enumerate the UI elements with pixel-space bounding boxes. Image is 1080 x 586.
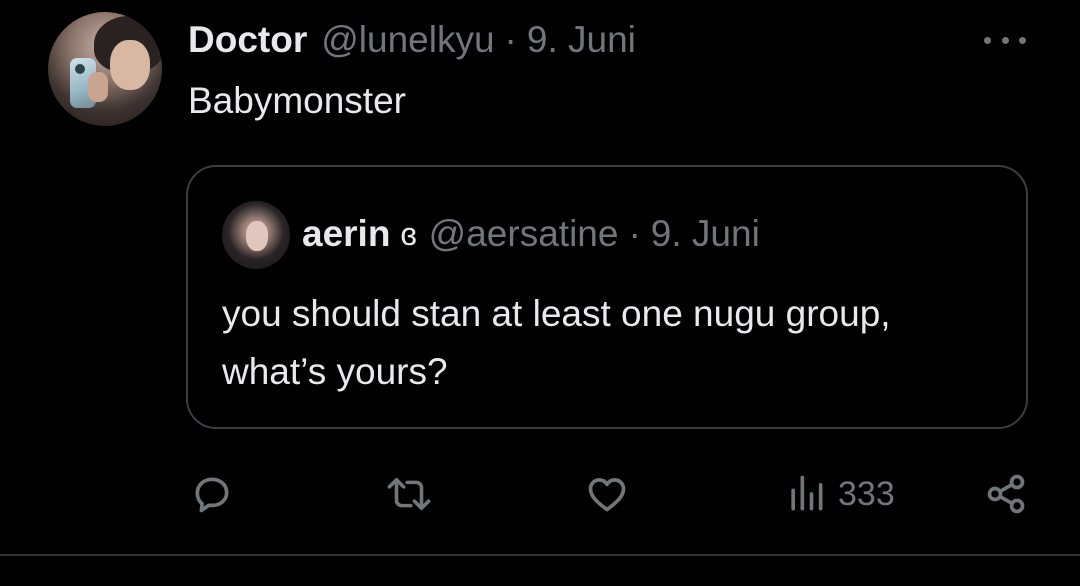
tweet: Doctor @lunelkyu · 9. Juni Babymonster a…: [0, 0, 1080, 586]
avatar-hand: [88, 72, 108, 102]
views-icon: [791, 475, 823, 511]
views-count: 333: [838, 474, 895, 513]
tweet-date[interactable]: 9. Juni: [527, 19, 636, 61]
quote-text: you should stan at least one nugu group,…: [222, 293, 891, 392]
quote-date[interactable]: 9. Juni: [651, 213, 760, 255]
reply-button[interactable]: [190, 472, 234, 516]
tweet-text: Babymonster: [188, 80, 406, 121]
author-avatar[interactable]: [48, 12, 162, 126]
quote-author-handle[interactable]: @aersatine: [429, 213, 619, 255]
views-button[interactable]: 333: [786, 472, 895, 516]
quote-author-avatar[interactable]: [222, 201, 290, 269]
quote-separator: ·: [628, 213, 641, 254]
author-handle[interactable]: @lunelkyu: [321, 19, 494, 61]
quoted-tweet[interactable]: aerin ɞ @aersatine · 9. Juni you should …: [186, 165, 1028, 429]
more-icon[interactable]: [984, 22, 1026, 58]
quote-author-name[interactable]: aerin: [302, 213, 390, 255]
author-name[interactable]: Doctor: [188, 19, 307, 61]
share-button[interactable]: [984, 472, 1028, 516]
retweet-icon: [387, 477, 431, 511]
reply-icon: [195, 477, 229, 513]
share-icon: [987, 474, 1025, 514]
quote-author-emoji: ɞ: [400, 215, 417, 252]
divider: [0, 554, 1080, 556]
retweet-button[interactable]: [384, 472, 434, 516]
action-bar: 333: [0, 462, 1080, 526]
quote-header: aerin ɞ @aersatine · 9. Juni: [302, 209, 760, 259]
header-separator: ·: [504, 19, 517, 60]
heart-icon: [588, 478, 626, 512]
avatar-face: [110, 40, 150, 90]
tweet-header: Doctor @lunelkyu · 9. Juni: [188, 14, 636, 66]
like-button[interactable]: [584, 472, 630, 516]
